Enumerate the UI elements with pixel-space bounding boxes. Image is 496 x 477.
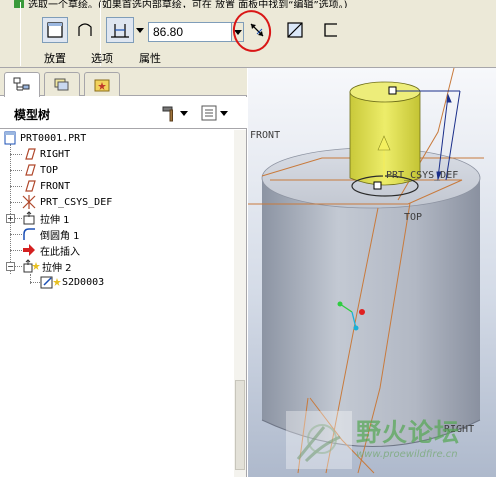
watermark-text: 野火论坛 (356, 418, 461, 447)
graphics-viewport[interactable]: FRONT PRT_CSYS_DEF TOP RIGHT 野火论坛 www.pr… (248, 68, 496, 477)
depth-drag-handle[interactable] (388, 86, 397, 95)
tree-settings-button[interactable] (200, 103, 228, 123)
profile-handle[interactable] (373, 181, 382, 190)
watermark-logo (286, 411, 352, 469)
tree-item-insert-here[interactable]: 在此插入 (22, 242, 80, 258)
tree-item-extrude-1[interactable]: 拉伸 1 (22, 210, 70, 226)
datum-label-front: FRONT (250, 130, 281, 141)
extrude-icon (23, 211, 35, 225)
thicken-button[interactable] (318, 17, 344, 43)
csys-icon (22, 195, 36, 209)
message-line: 选取一个草绘。(如果首选内部草绘，可在 放置 面板中找到“编辑”选项。) (14, 0, 494, 8)
collapse-toggle[interactable]: − (6, 262, 15, 271)
dashboard-separator (20, 2, 21, 66)
message-icon (14, 0, 24, 8)
tree-line (10, 144, 11, 274)
tree-line (10, 234, 22, 235)
expand-toggle[interactable]: + (6, 214, 15, 223)
tree-settings-icon (201, 105, 217, 121)
thicken-sketch-icon (324, 23, 337, 37)
highlight-circle (229, 6, 275, 56)
cylinder-body (262, 178, 480, 447)
model-tree-header: 模型树 (0, 97, 247, 129)
solid-button[interactable] (42, 17, 68, 43)
part-icon (4, 131, 16, 145)
tree-line (10, 250, 22, 251)
favorites-folder-icon (94, 79, 110, 91)
datum-plane-icon (25, 180, 36, 192)
tree-item-label: 在此插入 (40, 246, 80, 258)
sketch-icon (40, 276, 61, 289)
tab-options[interactable]: 选项 (91, 50, 113, 66)
remove-material-icon (287, 22, 303, 38)
datum-label-csys: PRT_CSYS_DEF (386, 170, 459, 181)
tree-item-csys[interactable]: PRT_CSYS_DEF (22, 194, 112, 210)
watermark: 野火论坛 www.proewildfire.cn (284, 409, 494, 471)
tree-line (10, 154, 22, 155)
chevron-down-icon (180, 111, 188, 116)
datum-plane-icon (25, 148, 36, 160)
tree-tools-button[interactable] (160, 103, 188, 123)
depth-option-button[interactable] (106, 17, 134, 43)
insert-here-arrow-icon (23, 244, 35, 256)
navigator-tabs (0, 68, 247, 97)
layer-tab[interactable] (44, 72, 80, 96)
tree-item-label: RIGHT (40, 148, 71, 160)
surface-button[interactable] (72, 17, 98, 43)
depth-option-dropdown[interactable] (134, 17, 146, 43)
depth-blind-icon (111, 24, 129, 38)
chevron-down-icon (136, 28, 144, 33)
tree-item-label: FRONT (40, 180, 71, 192)
depth-value-input[interactable]: 86.80 (148, 22, 232, 42)
hammer-icon (162, 106, 173, 122)
tree-item-right[interactable]: RIGHT (22, 146, 70, 162)
chevron-down-icon (220, 111, 228, 116)
tree-item-sketch[interactable]: S2D0003 (40, 274, 104, 290)
tab-placement[interactable]: 放置 (44, 50, 66, 66)
model-tree-icon (13, 77, 30, 91)
navigator-panel: 模型树 PRT0001.PRT RIGHT TOP FRONT PRT_CSYS… (0, 68, 247, 477)
tree-item-label: 拉伸 2 (42, 262, 72, 274)
tree-line (10, 186, 22, 187)
tree-root[interactable]: PRT0001.PRT (4, 130, 86, 146)
model-tree-title: 模型树 (14, 108, 51, 122)
tree-item-front[interactable]: FRONT (22, 178, 70, 194)
remove-material-button[interactable] (282, 17, 308, 43)
tree-item-label: TOP (40, 164, 59, 176)
datum-plane-icon (25, 164, 36, 176)
solid-extrude-icon (47, 22, 63, 38)
scrollbar-thumb[interactable] (235, 380, 245, 470)
message-text: 选取一个草绘。(如果首选内部草绘，可在 放置 面板中找到“编辑”选项。) (28, 0, 348, 8)
extrude-dashboard: 选取一个草绘。(如果首选内部草绘，可在 放置 面板中找到“编辑”选项。) 86.… (0, 0, 496, 68)
tree-item-round-1[interactable]: 倒圆角 1 (22, 226, 80, 242)
tree-item-extrude-2[interactable]: 拉伸 2 (22, 258, 72, 274)
round-icon (23, 228, 35, 240)
extrude-icon (23, 259, 40, 273)
tree-line (10, 170, 22, 171)
tab-properties[interactable]: 属性 (139, 50, 161, 66)
layers-icon (54, 78, 69, 90)
tree-scrollbar[interactable] (234, 130, 246, 477)
model-tree-tab[interactable] (4, 72, 40, 97)
tree-item-top[interactable]: TOP (22, 162, 58, 178)
tree-item-label: 倒圆角 1 (40, 230, 80, 242)
tree-line (30, 282, 40, 283)
tree-root-label: PRT0001.PRT (20, 132, 87, 144)
tree-item-label: S2D0003 (62, 276, 105, 288)
extrude-preview-top (349, 81, 421, 103)
surface-extrude-icon (78, 23, 92, 36)
tree-item-label: PRT_CSYS_DEF (40, 196, 113, 208)
datum-label-top: TOP (404, 212, 423, 223)
tree-line (10, 202, 22, 203)
favorites-tab[interactable] (84, 72, 120, 96)
tree-item-label: 拉伸 1 (40, 214, 70, 226)
model-tree: PRT0001.PRT RIGHT TOP FRONT PRT_CSYS_DEF… (0, 130, 232, 477)
watermark-url: www.proewildfire.cn (356, 449, 458, 460)
